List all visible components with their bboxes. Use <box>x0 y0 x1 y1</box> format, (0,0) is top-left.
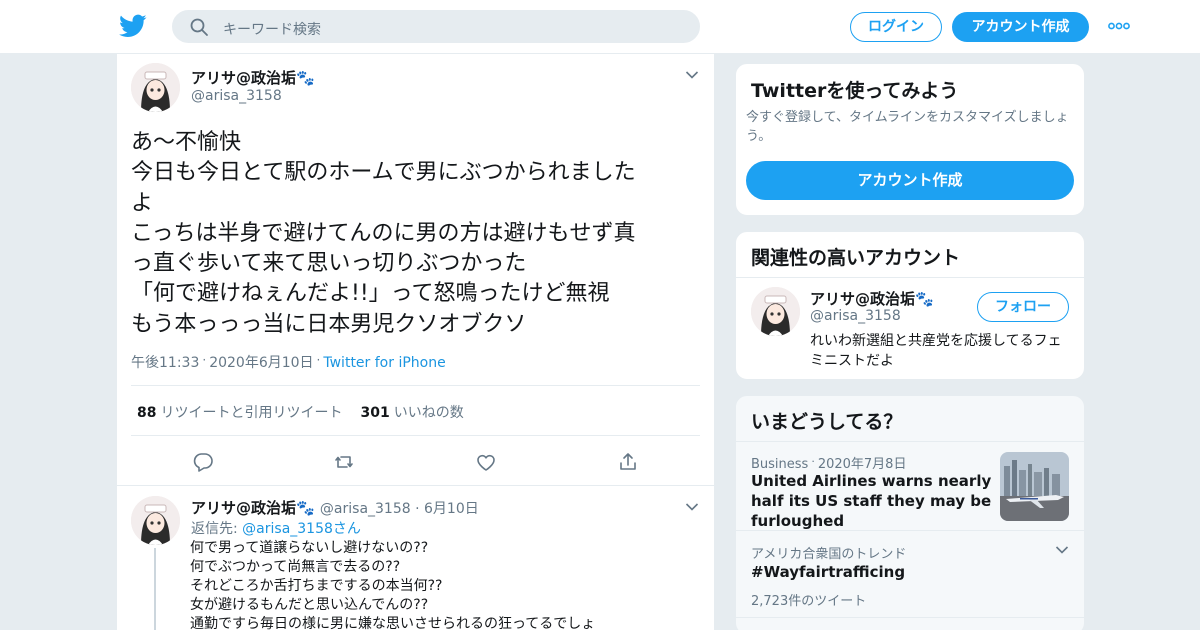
login-button[interactable]: ログイン <box>850 12 942 42</box>
chevron-down-icon[interactable] <box>1055 545 1069 555</box>
reply-author-name[interactable]: アリサ@政治垢🐾 <box>191 499 315 517</box>
chevron-down-icon[interactable] <box>685 502 699 512</box>
like-heart-icon[interactable] <box>475 451 497 473</box>
author-name[interactable]: アリサ@政治垢🐾 <box>191 67 315 88</box>
signup-button[interactable]: アカウント作成 <box>952 12 1089 42</box>
trend-item-title[interactable]: United Airlines warns nearly half its US… <box>751 471 996 531</box>
signup-card-description: 今すぐ登録して、タイムラインをカスタマイズしましょう。 <box>746 110 1069 144</box>
divider <box>736 530 1084 531</box>
reply-author-handle[interactable]: @arisa_3158 <box>320 501 411 517</box>
divider <box>131 435 700 436</box>
search-icon <box>190 18 208 36</box>
share-icon[interactable] <box>617 451 639 473</box>
divider <box>117 485 714 486</box>
more-options-icon[interactable] <box>1108 20 1130 32</box>
divider <box>736 441 1084 442</box>
reply-author-avatar[interactable] <box>131 496 180 545</box>
signup-card-title: Twitterを使ってみよう <box>751 80 959 102</box>
reply-header: アリサ@政治垢🐾 @arisa_3158 · 6月10日 <box>191 499 479 517</box>
related-accounts-title: 関連性の高いアカウント <box>751 247 961 269</box>
divider <box>736 617 1084 618</box>
related-account-name[interactable]: アリサ@政治垢🐾 <box>810 288 934 309</box>
tweet-text: あ〜不愉快 今日も今日とて駅のホームで男にぶつかられました よ こっちは半身で避… <box>131 130 636 337</box>
divider <box>736 277 1084 278</box>
trend-tweet-count: 2,723件のツイート <box>751 594 867 609</box>
avatar-illustration-icon <box>751 287 800 336</box>
related-account-handle[interactable]: @arisa_3158 <box>810 308 901 324</box>
tweet-column: アリサ@政治垢🐾 @arisa_3158 あ〜不愉快 今日も今日とて駅のホームで… <box>116 54 715 630</box>
reply-text: 何で男って道譲らないし避けないの?? 何でぶつかって尚無言で去るの?? それどこ… <box>190 540 596 630</box>
like-stat[interactable]: 301 いいねの数 <box>360 405 463 421</box>
tweet-source-link[interactable]: Twitter for iPhone <box>323 355 445 371</box>
chevron-down-icon[interactable] <box>685 70 699 80</box>
twitter-logo-icon[interactable] <box>119 12 147 40</box>
related-account-bio: れいわ新選組と共産党を応援してるフェミニストだよ <box>810 333 1062 369</box>
thread-line <box>154 548 156 630</box>
reply-to-link[interactable]: @arisa_3158 <box>242 521 333 537</box>
related-account-avatar[interactable] <box>751 287 800 336</box>
trends-card: いまどうしてる？ Business · 2020年7月8日 United Airli… <box>735 395 1085 630</box>
retweet-stat[interactable]: 88 リツイートと引用リツイート <box>137 405 342 421</box>
related-accounts-card: 関連性の高いアカウント アリサ@政治垢🐾 @arisa_3158 フォロー れい… <box>735 231 1085 380</box>
reply-date[interactable]: 6月10日 <box>424 501 479 517</box>
follow-button[interactable]: フォロー <box>977 292 1069 322</box>
trend-meta: Business · 2020年7月8日 <box>751 455 907 472</box>
trend-item-title[interactable]: #Wayfairtrafficing <box>751 562 905 582</box>
trend-meta: アメリカ合衆国のトレンド <box>751 547 907 562</box>
trends-title: いまどうしてる？ <box>751 411 903 433</box>
reply-icon[interactable] <box>192 451 214 473</box>
signup-card-button[interactable]: アカウント作成 <box>746 161 1074 200</box>
author-avatar[interactable] <box>131 63 180 112</box>
retweet-icon[interactable] <box>333 451 355 473</box>
author-handle[interactable]: @arisa_3158 <box>191 88 282 104</box>
reply-to-line: 返信先: @arisa_3158さん <box>191 521 361 537</box>
avatar-illustration-icon <box>131 496 180 545</box>
top-bar: キーワード検索 ログイン アカウント作成 <box>0 0 1200 54</box>
signup-card: Twitterを使ってみよう 今すぐ登録して、タイムラインをカスタマイズしましょ… <box>735 63 1085 216</box>
divider <box>131 385 700 386</box>
tweet-date[interactable]: 2020年6月10日 <box>209 355 313 371</box>
avatar-illustration-icon <box>131 63 180 112</box>
tweet-time[interactable]: 午後11:33 <box>131 355 199 371</box>
search-bar[interactable]: キーワード検索 <box>172 10 700 43</box>
trend-thumbnail[interactable] <box>1000 452 1069 521</box>
tweet-meta: 午後11:33 · 2020年6月10日 · Twitter for iPhone <box>131 353 446 371</box>
search-input[interactable]: キーワード検索 <box>223 19 321 39</box>
tweet-stats: 88 リツイートと引用リツイート 301 いいねの数 <box>137 402 464 422</box>
airplane-city-photo-icon <box>1000 452 1069 521</box>
